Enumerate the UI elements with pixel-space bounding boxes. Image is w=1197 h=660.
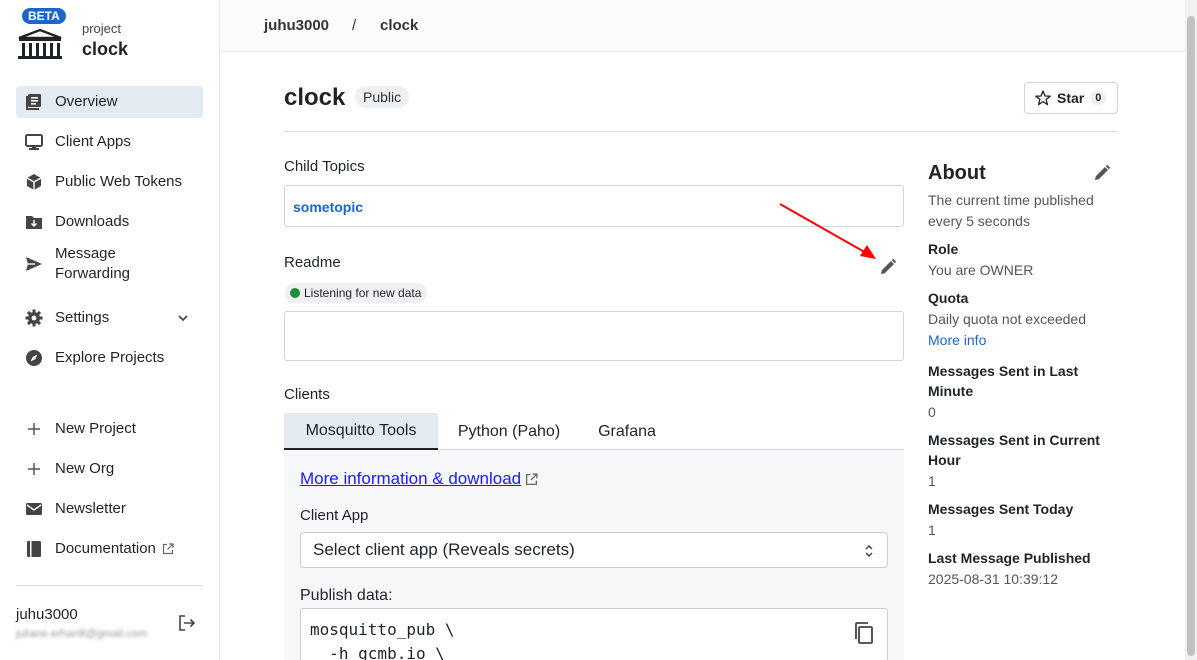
action-label: New Project	[55, 420, 136, 437]
newsletter-link[interactable]: Newsletter	[16, 493, 203, 525]
overview-icon	[25, 93, 43, 111]
topbar: juhu3000 / clock	[220, 0, 1185, 52]
readme-content	[284, 311, 904, 361]
sidebar-item-label: Downloads	[55, 213, 130, 230]
star-icon	[1035, 90, 1051, 106]
client-panel: More information & download Client App S…	[284, 450, 904, 660]
publish-code-block: mosquitto_pub \ -h gcmb.io \	[300, 608, 888, 660]
today-label: Messages Sent Today	[928, 501, 1074, 517]
sidebar-item-label: Message Forwarding	[55, 245, 131, 282]
download-folder-icon	[25, 213, 43, 231]
about-title: About	[928, 162, 986, 184]
listening-status-badge: Listening for new data	[285, 283, 428, 303]
sidebar-item-settings[interactable]: Settings	[16, 302, 203, 334]
about-description: The current time published every 5 secon…	[928, 192, 1094, 229]
building-logo-icon	[18, 28, 62, 59]
send-icon	[25, 255, 43, 273]
role-value: You are OWNER	[928, 262, 1034, 278]
logout-icon[interactable]	[178, 614, 196, 632]
action-label: Documentation	[55, 540, 156, 557]
today-value: 1	[928, 522, 936, 538]
new-project-button[interactable]: New Project	[16, 413, 203, 445]
documentation-link[interactable]: Documentation	[16, 533, 203, 565]
current-hour-label: Messages Sent in Current Hour	[928, 432, 1100, 468]
copy-icon[interactable]	[853, 621, 875, 645]
tab-python-paho[interactable]: Python (Paho)	[444, 413, 574, 450]
new-org-button[interactable]: New Org	[16, 453, 203, 485]
monitor-icon	[25, 133, 43, 151]
child-topic-link[interactable]: sometopic	[293, 199, 363, 215]
select-updown-icon	[865, 544, 873, 558]
mail-icon	[25, 500, 43, 518]
plus-icon	[25, 420, 43, 438]
star-button[interactable]: Star 0	[1024, 82, 1118, 114]
star-count: 0	[1090, 91, 1107, 105]
sidebar-item-overview[interactable]: Overview	[16, 86, 203, 118]
sidebar-item-label: Overview	[55, 93, 118, 110]
about-edit-pencil-icon[interactable]	[1093, 164, 1111, 182]
readme-label: Readme	[284, 254, 341, 271]
sidebar-item-downloads[interactable]: Downloads	[16, 206, 203, 238]
action-label: Newsletter	[55, 500, 126, 517]
sidebar-divider	[16, 585, 203, 586]
star-label: Star	[1057, 90, 1085, 106]
title-divider	[284, 131, 1118, 132]
tab-grafana[interactable]: Grafana	[582, 413, 672, 450]
action-label: New Org	[55, 460, 115, 477]
beta-badge: BETA	[22, 8, 66, 24]
chevron-down-icon	[178, 315, 188, 322]
tab-mosquitto-tools[interactable]: Mosquitto Tools	[284, 413, 438, 450]
user-name: juhu3000	[16, 606, 78, 623]
client-tabs: Mosquitto Tools Python (Paho) Grafana	[284, 413, 904, 450]
user-email: juliane.erhardt@gmail.com	[16, 628, 148, 640]
current-hour-value: 1	[928, 473, 936, 489]
breadcrumb-separator: /	[352, 17, 357, 34]
breadcrumb-owner[interactable]: juhu3000	[264, 17, 329, 34]
cube-icon	[25, 173, 43, 191]
client-app-select[interactable]: Select client app (Reveals secrets)	[300, 532, 888, 568]
sidebar-item-client-apps[interactable]: Client Apps	[16, 126, 203, 158]
external-link-icon	[162, 543, 174, 555]
sidebar-item-message-forwarding[interactable]: Message Forwarding	[16, 242, 176, 286]
plus-icon	[25, 460, 43, 478]
more-info-download-link[interactable]: More information & download	[300, 469, 538, 489]
page-title: clock	[284, 84, 346, 111]
listening-status-text: Listening for new data	[304, 286, 422, 300]
compass-icon	[25, 349, 43, 367]
publish-data-label: Publish data:	[300, 587, 393, 604]
status-dot-icon	[290, 288, 300, 298]
scrollbar-thumb[interactable]	[1187, 16, 1195, 656]
sidebar: BETA project clock Overview Client Apps …	[0, 0, 220, 660]
client-app-select-value: Select client app (Reveals secrets)	[313, 540, 575, 559]
sidebar-item-label: Explore Projects	[55, 349, 165, 366]
last-published-value: 2025-08-31 10:39:12	[928, 571, 1058, 587]
project-kind-label: project	[82, 21, 122, 36]
sidebar-item-label: Settings	[55, 309, 110, 326]
quota-more-info-link[interactable]: More info	[928, 332, 986, 348]
quota-label: Quota	[928, 290, 969, 306]
gear-icon	[25, 309, 43, 327]
clients-label: Clients	[284, 386, 330, 403]
project-name: clock	[82, 39, 129, 59]
client-app-label: Client App	[300, 507, 369, 524]
code-line: mosquitto_pub \	[310, 620, 455, 639]
role-label: Role	[928, 241, 959, 257]
quota-value: Daily quota not exceeded	[928, 311, 1086, 327]
code-line: -h gcmb.io \	[310, 644, 445, 660]
book-icon	[25, 540, 43, 558]
sidebar-item-label: Client Apps	[55, 133, 131, 150]
sidebar-item-label: Public Web Tokens	[55, 173, 183, 190]
external-link-icon	[526, 472, 538, 485]
last-minute-label: Messages Sent in Last Minute	[928, 363, 1079, 399]
more-info-download-label: More information & download	[300, 469, 522, 488]
breadcrumb-project[interactable]: clock	[380, 17, 418, 34]
visibility-badge: Public	[355, 86, 410, 108]
annotation-arrow-icon	[779, 203, 876, 259]
child-topics-label: Child Topics	[284, 158, 365, 175]
last-published-label: Last Message Published	[928, 550, 1091, 566]
last-minute-value: 0	[928, 404, 936, 420]
sidebar-item-explore-projects[interactable]: Explore Projects	[16, 342, 203, 374]
sidebar-item-public-web-tokens[interactable]: Public Web Tokens	[16, 166, 203, 198]
project-brand[interactable]: BETA project clock	[16, 8, 216, 64]
